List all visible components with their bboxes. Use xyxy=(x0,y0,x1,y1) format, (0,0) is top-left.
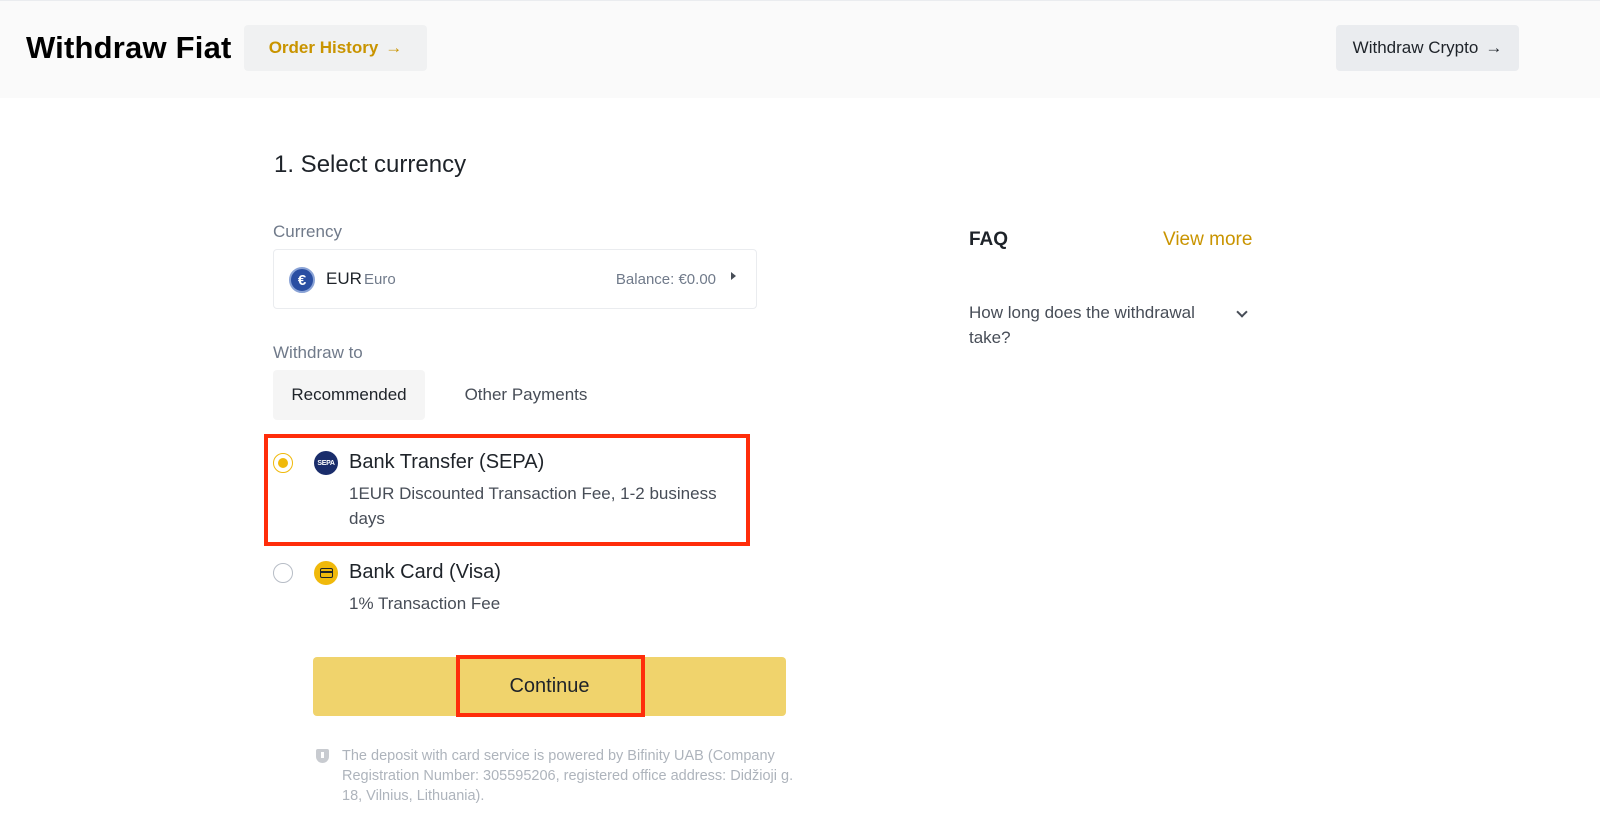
currency-code: EUR xyxy=(326,269,362,288)
faq-title: FAQ xyxy=(969,229,1009,250)
view-more-link[interactable]: View more xyxy=(1163,229,1252,251)
arrow-right-icon: → xyxy=(385,38,403,57)
euro-icon: € xyxy=(289,267,315,293)
order-history-button[interactable]: Order History → xyxy=(244,25,427,71)
currency-label: Currency xyxy=(273,222,342,241)
arrow-right-icon: → xyxy=(1485,38,1503,57)
tab-other-payments[interactable]: Other Payments xyxy=(446,370,606,420)
shield-icon xyxy=(316,749,329,763)
currency-select[interactable]: € EUR Euro Balance: €0.00 xyxy=(273,249,757,309)
balance-text: Balance: €0.00 xyxy=(615,271,716,288)
caret-right-icon xyxy=(731,272,736,280)
faq-question[interactable]: How long does the withdrawal take? xyxy=(969,300,1224,350)
disclaimer-text: The deposit with card service is powered… xyxy=(342,748,794,804)
withdraw-crypto-label: Withdraw Crypto xyxy=(1352,38,1479,57)
payment-option-bank-card[interactable]: Bank Card (Visa) 1% Transaction Fee xyxy=(273,561,753,616)
option-description: 1% Transaction Fee xyxy=(349,594,501,613)
chevron-down-icon[interactable] xyxy=(1236,306,1248,318)
sepa-highlight-box xyxy=(264,434,750,546)
continue-highlight-box xyxy=(456,655,645,717)
withdraw-to-label: Withdraw to xyxy=(273,343,363,362)
withdraw-crypto-button[interactable]: Withdraw Crypto → xyxy=(1336,25,1519,71)
section-title: 1. Select currency xyxy=(274,151,467,178)
page-title: Withdraw Fiat xyxy=(26,30,232,65)
currency-name: Euro xyxy=(364,271,396,288)
page-header: Withdraw Fiat Order History → Withdraw C… xyxy=(0,0,1600,98)
radio-bank-card[interactable] xyxy=(273,563,293,583)
bank-card-icon xyxy=(314,561,338,585)
tab-recommended[interactable]: Recommended xyxy=(273,370,425,420)
option-title: Bank Card (Visa) xyxy=(349,561,501,583)
order-history-label: Order History xyxy=(268,38,379,57)
